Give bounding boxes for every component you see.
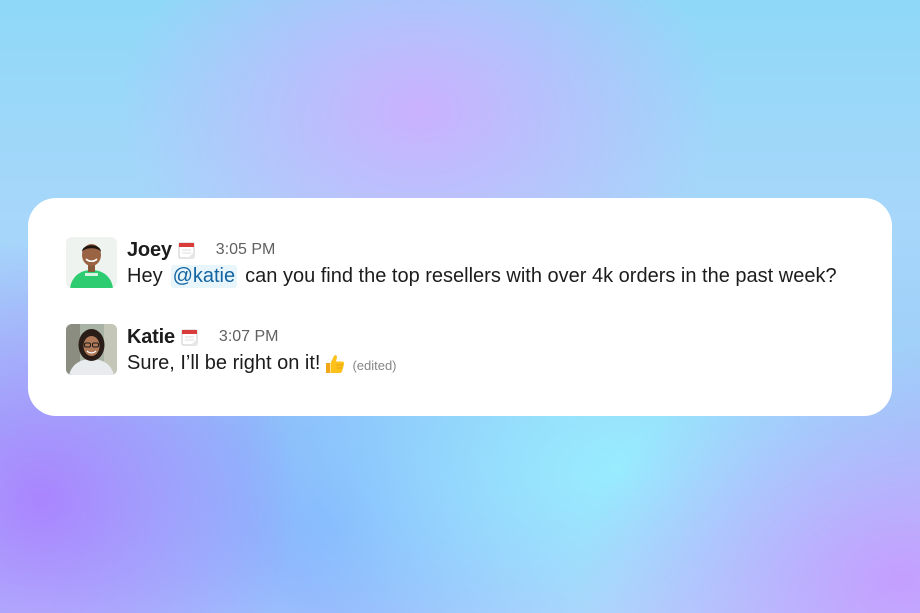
message-text: can you find the top resellers with over… bbox=[245, 265, 837, 287]
avatar[interactable] bbox=[66, 237, 117, 288]
avatar[interactable] bbox=[66, 324, 117, 375]
timestamp[interactable]: 3:05 PM bbox=[216, 241, 276, 259]
calendar-icon[interactable] bbox=[180, 327, 200, 347]
message-text: Sure, I’ll be right on it! bbox=[127, 352, 321, 374]
thumbs-up-icon bbox=[326, 354, 345, 373]
author-name[interactable]: Joey bbox=[127, 239, 172, 262]
message-card: Joey 3:05 PM Hey @katie can you find the… bbox=[28, 198, 892, 416]
message-text: Hey bbox=[127, 265, 163, 287]
joey-avatar-image bbox=[66, 237, 117, 288]
user-mention[interactable]: @katie bbox=[170, 265, 238, 288]
message-body: Hey @katie can you find the top reseller… bbox=[127, 265, 837, 288]
message-body: Sure, I’ll be right on it! (edited) bbox=[127, 352, 397, 375]
katie-avatar-image bbox=[66, 324, 117, 375]
edited-label: (edited) bbox=[352, 357, 397, 373]
message-header: Katie 3:07 PM bbox=[127, 324, 279, 350]
timestamp[interactable]: 3:07 PM bbox=[219, 328, 279, 346]
author-name[interactable]: Katie bbox=[127, 326, 175, 349]
message-header: Joey 3:05 PM bbox=[127, 237, 275, 263]
calendar-icon[interactable] bbox=[177, 240, 197, 260]
